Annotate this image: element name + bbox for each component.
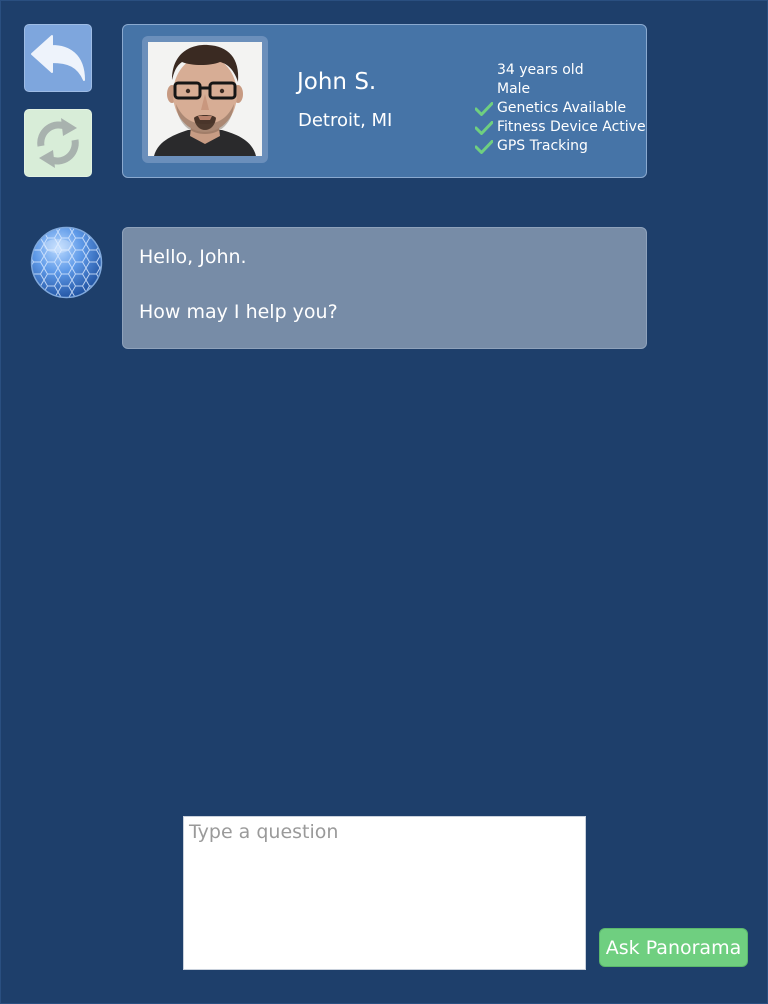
message-line: How may I help you?	[139, 301, 338, 323]
feature-fitness-device: Fitness Device Active	[473, 118, 646, 137]
feature-gps-tracking: GPS Tracking	[473, 137, 646, 156]
app-window: John S. Detroit, MI 34 years old Male Ge…	[0, 0, 768, 1004]
patient-location: Detroit, MI	[298, 110, 393, 131]
checkmark-icon	[475, 140, 493, 154]
back-arrow-icon	[31, 35, 85, 81]
assistant-message-bubble: Hello, John. How may I help you?	[122, 227, 647, 349]
hexagon-sphere-icon	[30, 226, 103, 299]
patient-gender: Male	[497, 81, 531, 97]
checkmark-icon	[475, 102, 493, 116]
patient-name: John S.	[297, 69, 377, 95]
message-line: Hello, John.	[139, 246, 247, 268]
patient-profile-card: John S. Detroit, MI 34 years old Male Ge…	[122, 24, 647, 178]
avatar	[148, 42, 262, 156]
question-input[interactable]	[183, 816, 586, 970]
feature-label: Genetics Available	[497, 100, 627, 116]
feature-genetics: Genetics Available	[473, 99, 646, 118]
checkmark-icon	[475, 121, 493, 135]
avatar-frame	[142, 36, 268, 163]
feature-label: GPS Tracking	[497, 138, 588, 154]
patient-facts: 34 years old Male Genetics Available Fit…	[473, 61, 646, 156]
feature-label: Fitness Device Active	[497, 119, 646, 135]
patient-age: 34 years old	[497, 62, 584, 78]
refresh-icon	[37, 118, 79, 168]
back-button[interactable]	[24, 24, 92, 92]
ask-panorama-button[interactable]: Ask Panorama	[599, 928, 748, 967]
user-portrait-image	[148, 42, 262, 156]
refresh-button[interactable]	[24, 109, 92, 177]
